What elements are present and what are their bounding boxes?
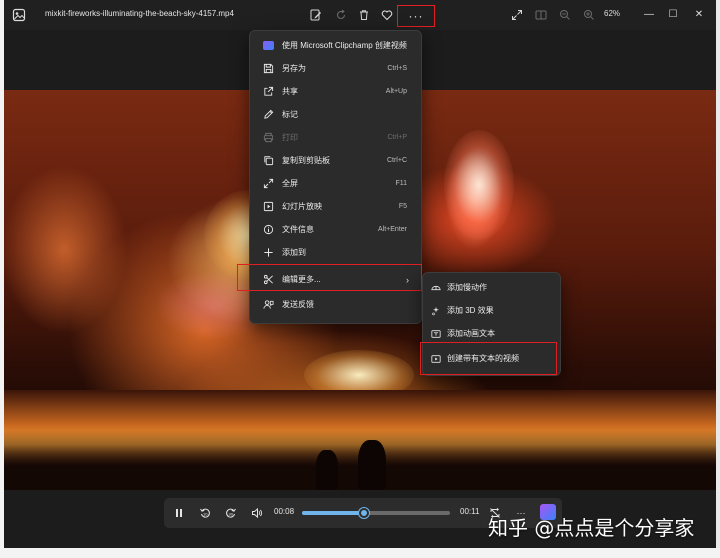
seek-bar[interactable] xyxy=(302,508,450,518)
plus-icon xyxy=(262,247,274,259)
menu-item-label: 打印 xyxy=(282,133,298,142)
person-silhouette xyxy=(316,450,338,490)
menu-item-label: 幻灯片放映 xyxy=(282,202,322,211)
slow-motion-icon xyxy=(430,282,441,293)
menu-item-label: 标记 xyxy=(282,110,298,119)
menu-item-shortcut: F5 xyxy=(398,203,407,210)
save-icon xyxy=(262,63,274,75)
submenu-item-label: 添加动画文本 xyxy=(447,329,495,338)
zoom-level: 62% xyxy=(604,9,621,18)
info-icon xyxy=(262,224,274,236)
volume-icon[interactable] xyxy=(248,504,266,522)
duration-time: 00:11 xyxy=(460,507,480,516)
copy-icon xyxy=(262,155,274,167)
menu-item-clipchamp[interactable]: 使用 Microsoft Clipchamp 创建视频 xyxy=(250,34,421,57)
animated-text-icon xyxy=(430,328,441,339)
feedback-icon xyxy=(262,299,274,311)
highlight-edit-more xyxy=(237,264,422,291)
close-button[interactable]: ✕ xyxy=(690,5,708,23)
menu-item-file-info[interactable]: 文件信息 Alt+Enter xyxy=(250,218,421,241)
menu-item-label: 添加到 xyxy=(282,248,306,257)
menu-item-copy[interactable]: 复制到剪贴板 Ctrl+C xyxy=(250,149,421,172)
rotate-icon[interactable] xyxy=(332,6,350,24)
zhihu-watermark: 知乎 @点点是个分享家 xyxy=(488,516,695,540)
maximize-button[interactable]: ☐ xyxy=(664,5,682,23)
clipchamp-icon xyxy=(262,40,274,52)
menu-item-shortcut: Alt+Enter xyxy=(378,226,407,233)
expand-icon[interactable] xyxy=(508,6,526,24)
menu-item-label: 使用 Microsoft Clipchamp 创建视频 xyxy=(282,41,407,50)
file-name-title: mixkit-fireworks-illuminating-the-beach-… xyxy=(45,9,234,18)
menu-item-label: 共享 xyxy=(282,87,298,96)
menu-item-save-as[interactable]: 另存为 Ctrl+S xyxy=(250,57,421,80)
menu-item-label: 另存为 xyxy=(282,64,306,73)
rewind-10-icon[interactable]: 10 xyxy=(196,504,214,522)
pause-icon[interactable] xyxy=(170,504,188,522)
menu-item-shortcut: Ctrl+S xyxy=(387,65,407,72)
menu-item-slideshow[interactable]: 幻灯片放映 F5 xyxy=(250,195,421,218)
menu-item-label: 全屏 xyxy=(282,179,298,188)
title-bar: mixkit-fireworks-illuminating-the-beach-… xyxy=(4,0,716,30)
background-window-edge xyxy=(716,0,720,548)
submenu-item-3d-effect[interactable]: 添加 3D 效果 xyxy=(423,299,560,322)
seek-progress xyxy=(302,511,365,515)
menu-item-label: 复制到剪贴板 xyxy=(282,156,330,165)
zoom-out-icon[interactable] xyxy=(556,6,574,24)
compare-icon[interactable] xyxy=(532,6,550,24)
favorite-heart-icon[interactable] xyxy=(378,6,396,24)
zoom-in-icon[interactable] xyxy=(580,6,598,24)
menu-item-label: 文件信息 xyxy=(282,225,314,234)
3d-effect-icon xyxy=(430,305,441,316)
menu-item-add-to[interactable]: 添加到 xyxy=(250,241,421,264)
menu-item-shortcut: F11 xyxy=(395,180,407,187)
print-icon xyxy=(262,132,274,144)
submenu-item-slow-motion[interactable]: 添加慢动作 xyxy=(423,276,560,299)
menu-item-feedback[interactable]: 发送反馈 xyxy=(250,293,421,316)
svg-text:10: 10 xyxy=(203,512,208,517)
current-time: 00:08 xyxy=(274,507,295,516)
highlight-create-text-video xyxy=(420,342,557,375)
seek-thumb[interactable] xyxy=(359,508,370,518)
photos-app-window: mixkit-fireworks-illuminating-the-beach-… xyxy=(4,0,716,548)
delete-icon[interactable] xyxy=(355,6,373,24)
person-silhouette xyxy=(358,440,386,490)
share-icon xyxy=(262,86,274,98)
menu-item-shortcut: Alt+Up xyxy=(385,88,407,95)
edit-image-icon[interactable] xyxy=(307,6,325,24)
submenu-item-label: 添加 3D 效果 xyxy=(447,306,494,315)
menu-item-fullscreen[interactable]: 全屏 F11 xyxy=(250,172,421,195)
markup-pen-icon xyxy=(262,109,274,121)
menu-item-label: 发送反馈 xyxy=(282,300,314,309)
more-options-button[interactable]: ··· xyxy=(397,5,435,27)
menu-item-share[interactable]: 共享 Alt+Up xyxy=(250,80,421,103)
menu-item-markup[interactable]: 标记 xyxy=(250,103,421,126)
slideshow-icon xyxy=(262,201,274,213)
minimize-button[interactable]: — xyxy=(640,5,658,23)
menu-item-shortcut: Ctrl+C xyxy=(386,157,407,164)
submenu-item-label: 添加慢动作 xyxy=(447,283,487,292)
menu-item-shortcut: Ctrl+P xyxy=(387,134,407,141)
photos-app-icon xyxy=(12,8,26,22)
background-desktop-strip xyxy=(0,548,720,558)
fullscreen-icon xyxy=(262,178,274,190)
menu-item-print: 打印 Ctrl+P xyxy=(250,126,421,149)
forward-30-icon[interactable]: 30 xyxy=(222,504,240,522)
svg-text:30: 30 xyxy=(229,512,234,517)
